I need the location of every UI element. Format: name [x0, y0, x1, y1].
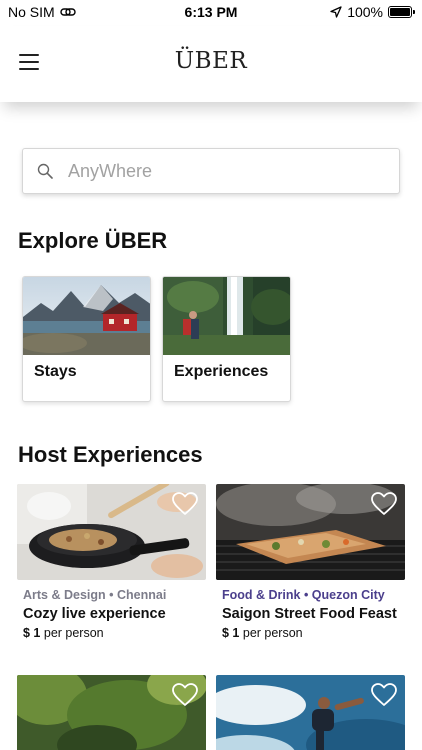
experience-photo	[216, 484, 405, 580]
explore-card-experiences[interactable]: Experiences	[162, 276, 291, 402]
heart-icon[interactable]	[172, 492, 198, 516]
search-bar[interactable]	[22, 148, 400, 194]
location-arrow-icon	[330, 6, 342, 18]
experience-card-cozy[interactable]: Arts & Design • Chennai Cozy live experi…	[17, 484, 206, 644]
search-input[interactable]	[68, 157, 388, 185]
experience-title: Saigon Street Food Feast	[222, 606, 397, 622]
status-right: 100%	[330, 4, 415, 20]
experience-photo	[17, 484, 206, 580]
search-icon	[37, 163, 53, 179]
price-suffix: per person	[239, 626, 303, 640]
stays-image	[23, 277, 150, 355]
heart-icon[interactable]	[371, 492, 397, 516]
host-heading: Host Experiences	[18, 442, 203, 467]
explore-heading: Explore ÜBER	[18, 228, 168, 253]
battery-percent: 100%	[347, 4, 383, 20]
experience-photo	[216, 675, 405, 750]
price-suffix: per person	[40, 626, 104, 640]
experience-photo	[17, 675, 206, 750]
experience-title: Cozy live experience	[23, 606, 166, 622]
price-amount: $ 1	[222, 626, 240, 640]
experiences-image	[163, 277, 290, 355]
explore-card-label: Stays	[34, 363, 77, 380]
explore-card-label: Experiences	[174, 363, 269, 380]
experience-category: Food & Drink • Quezon City	[222, 588, 385, 602]
experience-category: Arts & Design • Chennai	[23, 588, 167, 602]
explore-card-stays[interactable]: Stays	[22, 276, 151, 402]
status-bar: No SIM 6:13 PM 100%	[0, 0, 422, 26]
experience-card-saigon[interactable]: Food & Drink • Quezon City Saigon Street…	[216, 484, 405, 644]
experience-card-surf[interactable]	[216, 675, 405, 750]
experience-card-nature[interactable]	[17, 675, 206, 750]
brand-logo: ÜBER	[174, 48, 248, 74]
heart-icon[interactable]	[371, 683, 397, 707]
price-amount: $ 1	[23, 626, 41, 640]
experience-price: $ 1 per person	[222, 626, 303, 640]
experience-price: $ 1 per person	[23, 626, 104, 640]
app-header: ÜBER	[0, 26, 422, 102]
battery-icon	[388, 6, 415, 18]
heart-icon[interactable]	[172, 683, 198, 707]
